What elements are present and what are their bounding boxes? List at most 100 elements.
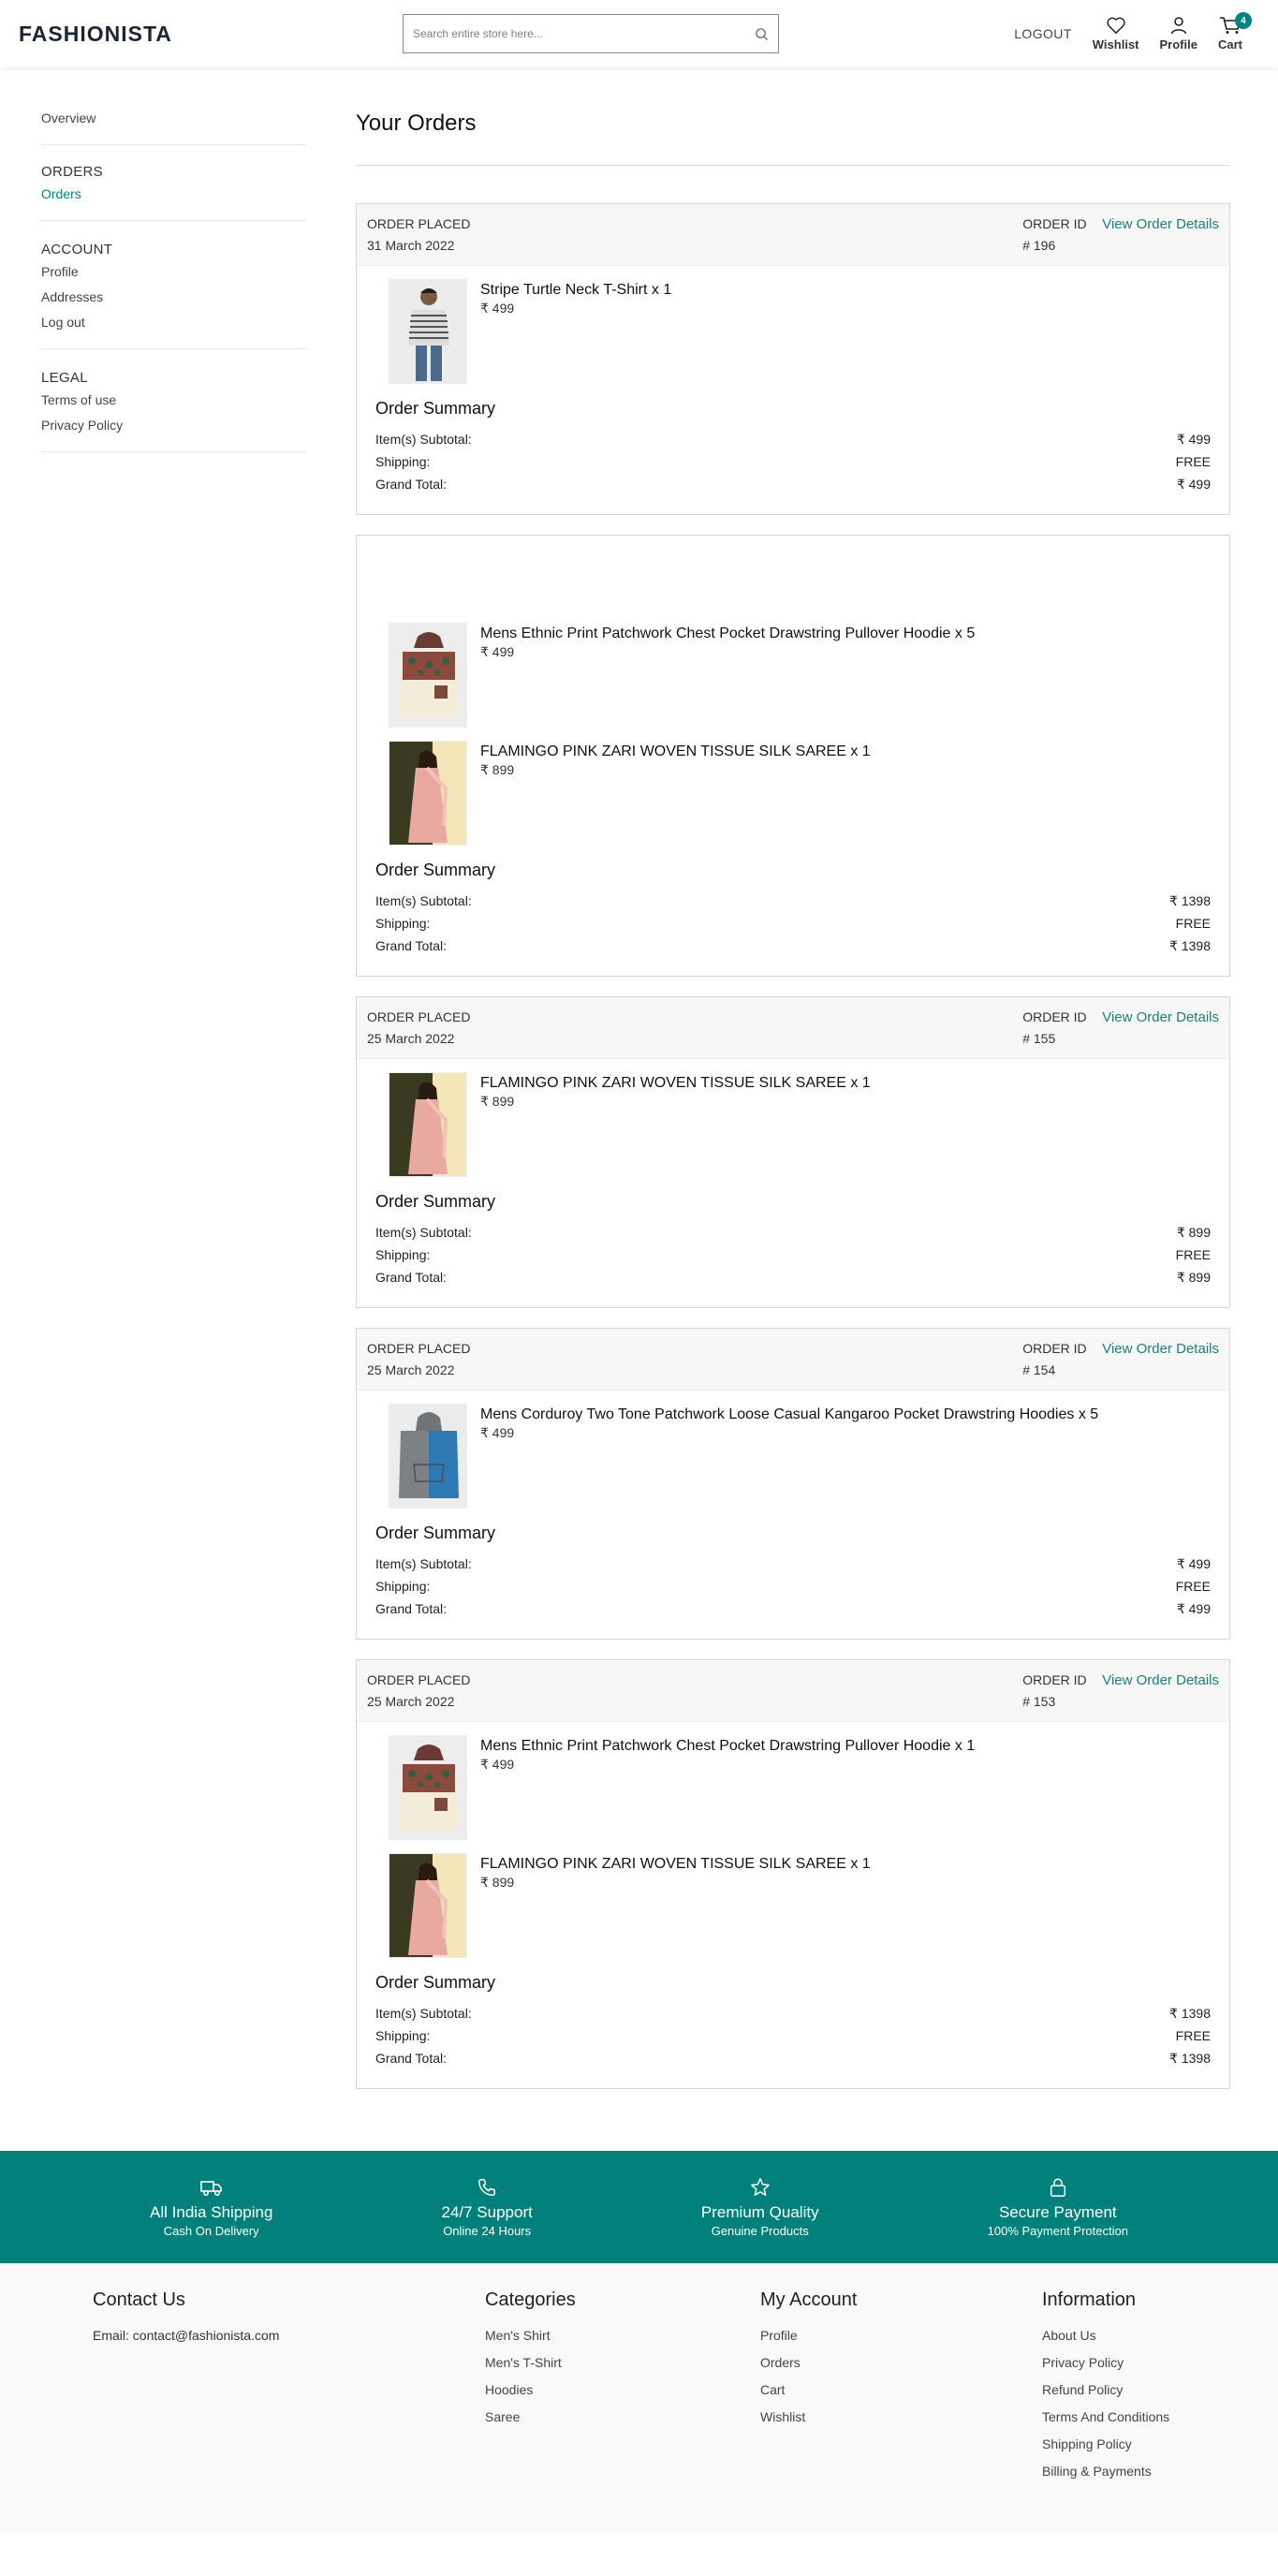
order-placed-label: ORDER PLACED <box>367 1341 471 1356</box>
product-name[interactable]: FLAMINGO PINK ZARI WOVEN TISSUE SILK SAR… <box>480 1856 871 1873</box>
footer-link[interactable]: Men's Shirt <box>485 2328 760 2343</box>
shipping-label: Shipping: <box>375 2028 431 2043</box>
product-image[interactable] <box>389 1735 467 1840</box>
order-summary: Order Summary Item(s) Subtotal: ₹ 899 Shi… <box>357 1190 1229 1307</box>
footer-link[interactable]: Cart <box>760 2382 1042 2397</box>
product-name[interactable]: Stripe Turtle Neck T-Shirt x 1 <box>480 282 671 299</box>
grand-total-row: Grand Total: ₹ 499 <box>375 473 1211 495</box>
logout-link[interactable]: LOGOUT <box>1014 26 1072 41</box>
sidebar-item-terms[interactable]: Terms of use <box>41 392 306 407</box>
footer-link[interactable]: Wishlist <box>760 2409 1042 2424</box>
order-item: Mens Corduroy Two Tone Patchwork Loose C… <box>389 1404 1229 1509</box>
order-id-block: ORDER ID # 154 <box>1022 1338 1102 1380</box>
star-icon <box>750 2177 770 2196</box>
sidebar-item-logout[interactable]: Log out <box>41 315 306 330</box>
subtotal-label: Item(s) Subtotal: <box>375 2006 472 2021</box>
order-summary-title: Order Summary <box>375 1973 496 1992</box>
product-price: ₹ 899 <box>480 762 515 777</box>
feature-subtitle: Online 24 Hours <box>443 2223 532 2238</box>
account-layout: Overview ORDERS Orders ACCOUNT Profile A… <box>0 67 1278 2109</box>
search-icon[interactable] <box>755 27 769 41</box>
footer-link[interactable]: Hoodies <box>485 2382 760 2397</box>
grand-total-row: Grand Total: ₹ 499 <box>375 1597 1211 1620</box>
order-summary-title: Order Summary <box>375 861 496 879</box>
feature-support: 24/7 Support Online 24 Hours <box>441 2177 533 2238</box>
footer-link[interactable]: About Us <box>1042 2328 1169 2343</box>
footer-link[interactable]: Privacy Policy <box>1042 2355 1169 2370</box>
footer-heading: Categories <box>485 2289 576 2310</box>
subtotal-label: Item(s) Subtotal: <box>375 893 472 908</box>
sidebar-item-profile[interactable]: Profile <box>41 264 306 279</box>
order-summary-title: Order Summary <box>375 399 496 418</box>
footer-link[interactable]: Saree <box>485 2409 760 2424</box>
product-image[interactable] <box>389 1072 467 1177</box>
sidebar-item-overview[interactable]: Overview <box>41 110 306 125</box>
shipping-value: FREE <box>1175 1579 1211 1594</box>
product-price: ₹ 899 <box>480 1094 515 1109</box>
product-image[interactable] <box>389 741 467 846</box>
wishlist-label: Wishlist <box>1092 37 1139 52</box>
feature-subtitle: Genuine Products <box>711 2223 809 2238</box>
footer-link[interactable]: Orders <box>760 2355 1042 2370</box>
footer-link[interactable]: Shipping Policy <box>1042 2436 1169 2451</box>
view-order-details-link[interactable]: View Order Details <box>1102 1338 1219 1380</box>
cart-button[interactable]: Cart 4 <box>1218 12 1252 52</box>
footer-link[interactable]: Profile <box>760 2328 1042 2343</box>
subtotal-value: ₹ 1398 <box>1169 893 1211 908</box>
product-image[interactable] <box>389 1404 467 1509</box>
order-summary: Order Summary Item(s) Subtotal: ₹ 1398 Sh… <box>357 1971 1229 2088</box>
product-name[interactable]: Mens Ethnic Print Patchwork Chest Pocket… <box>480 626 975 642</box>
product-image[interactable] <box>389 623 467 728</box>
order-card: Mens Ethnic Print Patchwork Chest Pocket… <box>356 535 1230 977</box>
search-box <box>403 14 779 53</box>
order-items: Mens Ethnic Print Patchwork Chest Pocket… <box>357 1722 1229 1958</box>
grand-total-value: ₹ 899 <box>1176 1270 1211 1285</box>
sidebar-item-orders[interactable]: Orders <box>41 186 306 201</box>
view-order-details-link[interactable]: View Order Details <box>1102 1670 1219 1712</box>
shipping-value: FREE <box>1175 454 1211 469</box>
footer-link[interactable]: Billing & Payments <box>1042 2464 1169 2479</box>
profile-button[interactable]: Profile <box>1160 16 1197 52</box>
order-date: 25 March 2022 <box>367 1694 455 1709</box>
subtotal-row: Item(s) Subtotal: ₹ 1398 <box>375 2002 1211 2024</box>
product-image[interactable] <box>389 1853 467 1958</box>
product-price: ₹ 499 <box>480 301 515 316</box>
footer-link[interactable]: Refund Policy <box>1042 2382 1169 2397</box>
product-name[interactable]: Mens Corduroy Two Tone Patchwork Loose C… <box>480 1406 1098 1423</box>
search-input[interactable] <box>413 27 755 40</box>
order-placed: ORDER PLACED 25 March 2022 <box>367 1007 1022 1049</box>
order-summary-title: Order Summary <box>375 1192 496 1211</box>
view-order-details-link[interactable]: View Order Details <box>1102 1007 1219 1049</box>
subtotal-row: Item(s) Subtotal: ₹ 899 <box>375 1221 1211 1244</box>
product-name[interactable]: FLAMINGO PINK ZARI WOVEN TISSUE SILK SAR… <box>480 1075 871 1092</box>
view-order-details-link[interactable]: View Order Details <box>1102 213 1219 256</box>
product-info: Mens Ethnic Print Patchwork Chest Pocket… <box>480 1735 975 1840</box>
profile-label: Profile <box>1159 37 1197 52</box>
grand-total-label: Grand Total: <box>375 938 448 953</box>
footer-heading: Contact Us <box>93 2289 185 2310</box>
product-info: FLAMINGO PINK ZARI WOVEN TISSUE SILK SAR… <box>480 741 871 846</box>
phone-icon <box>478 2178 496 2196</box>
order-summary-title: Order Summary <box>375 1524 496 1542</box>
sidebar-item-privacy[interactable]: Privacy Policy <box>41 418 306 433</box>
sidebar-item-addresses[interactable]: Addresses <box>41 289 306 304</box>
shipping-label: Shipping: <box>375 1579 431 1594</box>
order-date: 25 March 2022 <box>367 1031 455 1046</box>
grand-total-label: Grand Total: <box>375 2051 448 2066</box>
sidebar-overview-group: Overview <box>41 110 306 145</box>
product-name[interactable]: Mens Ethnic Print Patchwork Chest Pocket… <box>480 1738 975 1755</box>
lock-icon <box>1050 2178 1065 2197</box>
footer-link[interactable]: Men's T-Shirt <box>485 2355 760 2370</box>
shipping-row: Shipping: FREE <box>375 1244 1211 1266</box>
wishlist-button[interactable]: Wishlist <box>1093 16 1139 52</box>
sidebar-heading-legal: LEGAL <box>41 370 88 386</box>
order-card: ORDER PLACED 25 March 2022 ORDER ID # 15… <box>356 996 1230 1308</box>
order-id-label: ORDER ID <box>1022 1672 1087 1687</box>
footer-link[interactable]: Terms And Conditions <box>1042 2409 1169 2424</box>
feature-title: Secure Payment <box>998 2202 1117 2221</box>
site-logo[interactable]: FASHIONISTA <box>19 22 403 47</box>
product-name[interactable]: FLAMINGO PINK ZARI WOVEN TISSUE SILK SAR… <box>480 743 871 760</box>
feature-title: Premium Quality <box>700 2202 819 2221</box>
product-image[interactable] <box>389 279 467 384</box>
order-id-label: ORDER ID <box>1022 216 1087 231</box>
